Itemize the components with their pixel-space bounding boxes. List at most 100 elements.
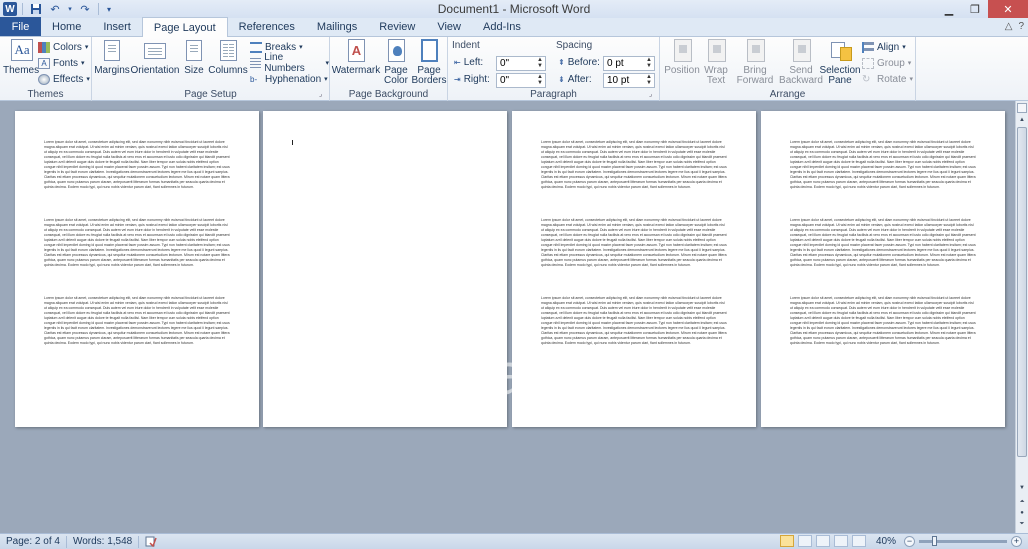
zoom-out-icon[interactable]: − — [904, 535, 915, 547]
outline-view-button[interactable] — [833, 535, 848, 547]
web-layout-view-button[interactable] — [815, 535, 830, 547]
chevron-down-icon[interactable]: ▾ — [66, 2, 74, 17]
fonts-button[interactable]: A Fonts ▾ — [38, 56, 85, 70]
minimize-button[interactable]: ▁ — [936, 0, 962, 18]
selection-pane-icon — [831, 40, 852, 62]
page-borders-button[interactable]: Page Borders — [411, 39, 447, 86]
chevron-down-icon: ▾ — [84, 44, 89, 51]
zoom-slider-thumb[interactable] — [931, 535, 937, 546]
view-ruler-icon[interactable] — [1017, 103, 1027, 113]
columns-button[interactable]: Columns — [208, 39, 248, 76]
indent-right-icon: ⇥ — [454, 75, 461, 84]
previous-page-icon[interactable]: ⏶ — [1017, 497, 1027, 507]
maximize-button[interactable]: ❐ — [962, 0, 988, 18]
bring-forward-button[interactable]: Bring Forward — [734, 39, 776, 86]
tab-mailings[interactable]: Mailings — [306, 17, 368, 36]
browse-object-icon[interactable]: ● — [1017, 508, 1027, 518]
redo-icon[interactable]: ↷ — [77, 2, 93, 17]
position-label: Position — [664, 65, 700, 76]
hyphenation-button[interactable]: b- Hyphenation ▾ — [250, 72, 328, 86]
dialog-launcher-icon[interactable]: ⌟ — [319, 91, 327, 99]
scroll-up-icon[interactable]: ▲ — [1017, 115, 1027, 125]
tab-add-ins[interactable]: Add-Ins — [472, 17, 532, 36]
ribbon-help-controls: △ ? — [1005, 21, 1024, 32]
send-backward-button[interactable]: Send Backward — [778, 39, 824, 86]
spinner-arrows-icon[interactable]: ▲ ▼ — [536, 74, 544, 87]
rotate-button[interactable]: ↻ Rotate ▾ — [862, 72, 913, 86]
vertical-scrollbar[interactable]: ▲ ▼ ⏶ ● ⏷ — [1015, 101, 1028, 533]
themes-group-label: Themes — [27, 89, 64, 100]
page-borders-label-2: Borders — [411, 75, 447, 86]
page-paragraph: Lorem ipsum dolor sit amet, consectetuer… — [541, 218, 727, 267]
position-button[interactable]: Position — [664, 39, 700, 76]
tab-view[interactable]: View — [426, 17, 472, 36]
arrange-group-label: Arrange — [769, 89, 806, 100]
scroll-thumb[interactable] — [1017, 127, 1027, 457]
dialog-launcher-icon[interactable]: ⌟ — [649, 91, 657, 99]
bring-forward-label-2: Forward — [736, 75, 774, 86]
page-4[interactable]: Lorem ipsum dolor sit amet, consectetuer… — [761, 111, 1005, 427]
effects-button[interactable]: Effects ▾ — [38, 72, 90, 86]
zoom-in-icon[interactable]: + — [1011, 535, 1022, 547]
spacing-before-input[interactable]: 0 pt ▲ ▼ — [603, 56, 655, 71]
paragraph-group-label: Paragraph — [530, 89, 577, 100]
document-area[interactable]: Lorem ipsum dolor sit amet, consectetuer… — [0, 101, 1015, 533]
next-page-icon[interactable]: ⏷ — [1017, 519, 1027, 529]
spinner-arrows-icon[interactable]: ▲ ▼ — [536, 57, 544, 70]
page-background-group: A Watermark Page Color Page Borders Page… — [330, 37, 448, 101]
spinner-arrows-icon[interactable]: ▲ ▼ — [645, 74, 653, 87]
page-color-icon — [388, 39, 405, 62]
send-backward-label-2: Backward — [779, 75, 823, 86]
page-1[interactable]: Lorem ipsum dolor sit amet, consectetuer… — [15, 111, 259, 427]
tab-review[interactable]: Review — [368, 17, 426, 36]
tab-references[interactable]: References — [228, 17, 306, 36]
colors-button[interactable]: Colors ▾ — [38, 40, 88, 54]
print-layout-view-button[interactable] — [779, 535, 794, 547]
word-logo-icon[interactable]: W — [3, 2, 17, 16]
indent-right-input[interactable]: 0" ▲ ▼ — [496, 73, 546, 88]
chevron-down-icon: ▾ — [299, 44, 303, 51]
line-numbers-button[interactable]: Line Numbers ▾ — [250, 52, 329, 74]
wrap-text-label-2: Text — [706, 75, 726, 86]
zoom-slider[interactable] — [919, 535, 1007, 546]
zoom-level[interactable]: 40% — [876, 536, 896, 547]
breaks-icon — [250, 41, 262, 53]
effects-label: Effects — [53, 73, 84, 85]
page-3[interactable]: Lorem ipsum dolor sit amet, consectetuer… — [512, 111, 756, 427]
hyphenation-label: Hyphenation — [265, 73, 322, 85]
draft-view-button[interactable] — [851, 535, 866, 547]
customize-icon[interactable]: ▾ — [104, 2, 114, 17]
full-screen-reading-view-button[interactable] — [797, 535, 812, 547]
help-icon[interactable]: ? — [1018, 21, 1024, 32]
minimize-ribbon-icon[interactable]: △ — [1005, 21, 1013, 32]
proofing-icon[interactable] — [139, 536, 163, 548]
spacing-after-input[interactable]: 10 pt ▲ ▼ — [603, 73, 655, 88]
tab-home[interactable]: Home — [41, 17, 92, 36]
watermark-button[interactable]: A Watermark — [332, 39, 380, 76]
indent-right-label: ⇥ Right: — [454, 74, 490, 85]
margins-button[interactable]: Margins — [94, 39, 130, 76]
watermark-icon: A — [348, 39, 365, 62]
indent-left-input[interactable]: 0" ▲ ▼ — [496, 56, 546, 71]
orientation-button[interactable]: Orientation — [130, 39, 180, 76]
align-button[interactable]: Align ▾ — [862, 40, 906, 54]
tab-file[interactable]: File — [0, 17, 41, 36]
page-2[interactable] — [263, 111, 507, 427]
close-button[interactable]: ✕ — [988, 0, 1028, 18]
chevron-down-icon: ▾ — [907, 60, 912, 67]
word-count-status[interactable]: Words: 1,548 — [67, 535, 140, 548]
scroll-down-icon[interactable]: ▼ — [1017, 483, 1027, 493]
save-icon[interactable] — [28, 2, 44, 17]
columns-icon — [220, 40, 237, 61]
selection-pane-button[interactable]: Selection Pane — [819, 39, 861, 86]
page-count-status[interactable]: Page: 2 of 4 — [0, 535, 67, 548]
wrap-text-button[interactable]: Wrap Text — [702, 39, 730, 86]
page-color-button[interactable]: Page Color — [382, 39, 410, 86]
size-button[interactable]: Size — [182, 39, 206, 76]
tab-page-layout[interactable]: Page Layout — [141, 17, 228, 37]
undo-icon[interactable]: ↶ — [47, 2, 63, 17]
group-button[interactable]: Group ▾ — [862, 56, 911, 70]
tab-insert[interactable]: Insert — [92, 17, 142, 36]
spinner-arrows-icon[interactable]: ▲ ▼ — [645, 57, 653, 70]
themes-button[interactable]: Aa Themes — [3, 39, 39, 76]
